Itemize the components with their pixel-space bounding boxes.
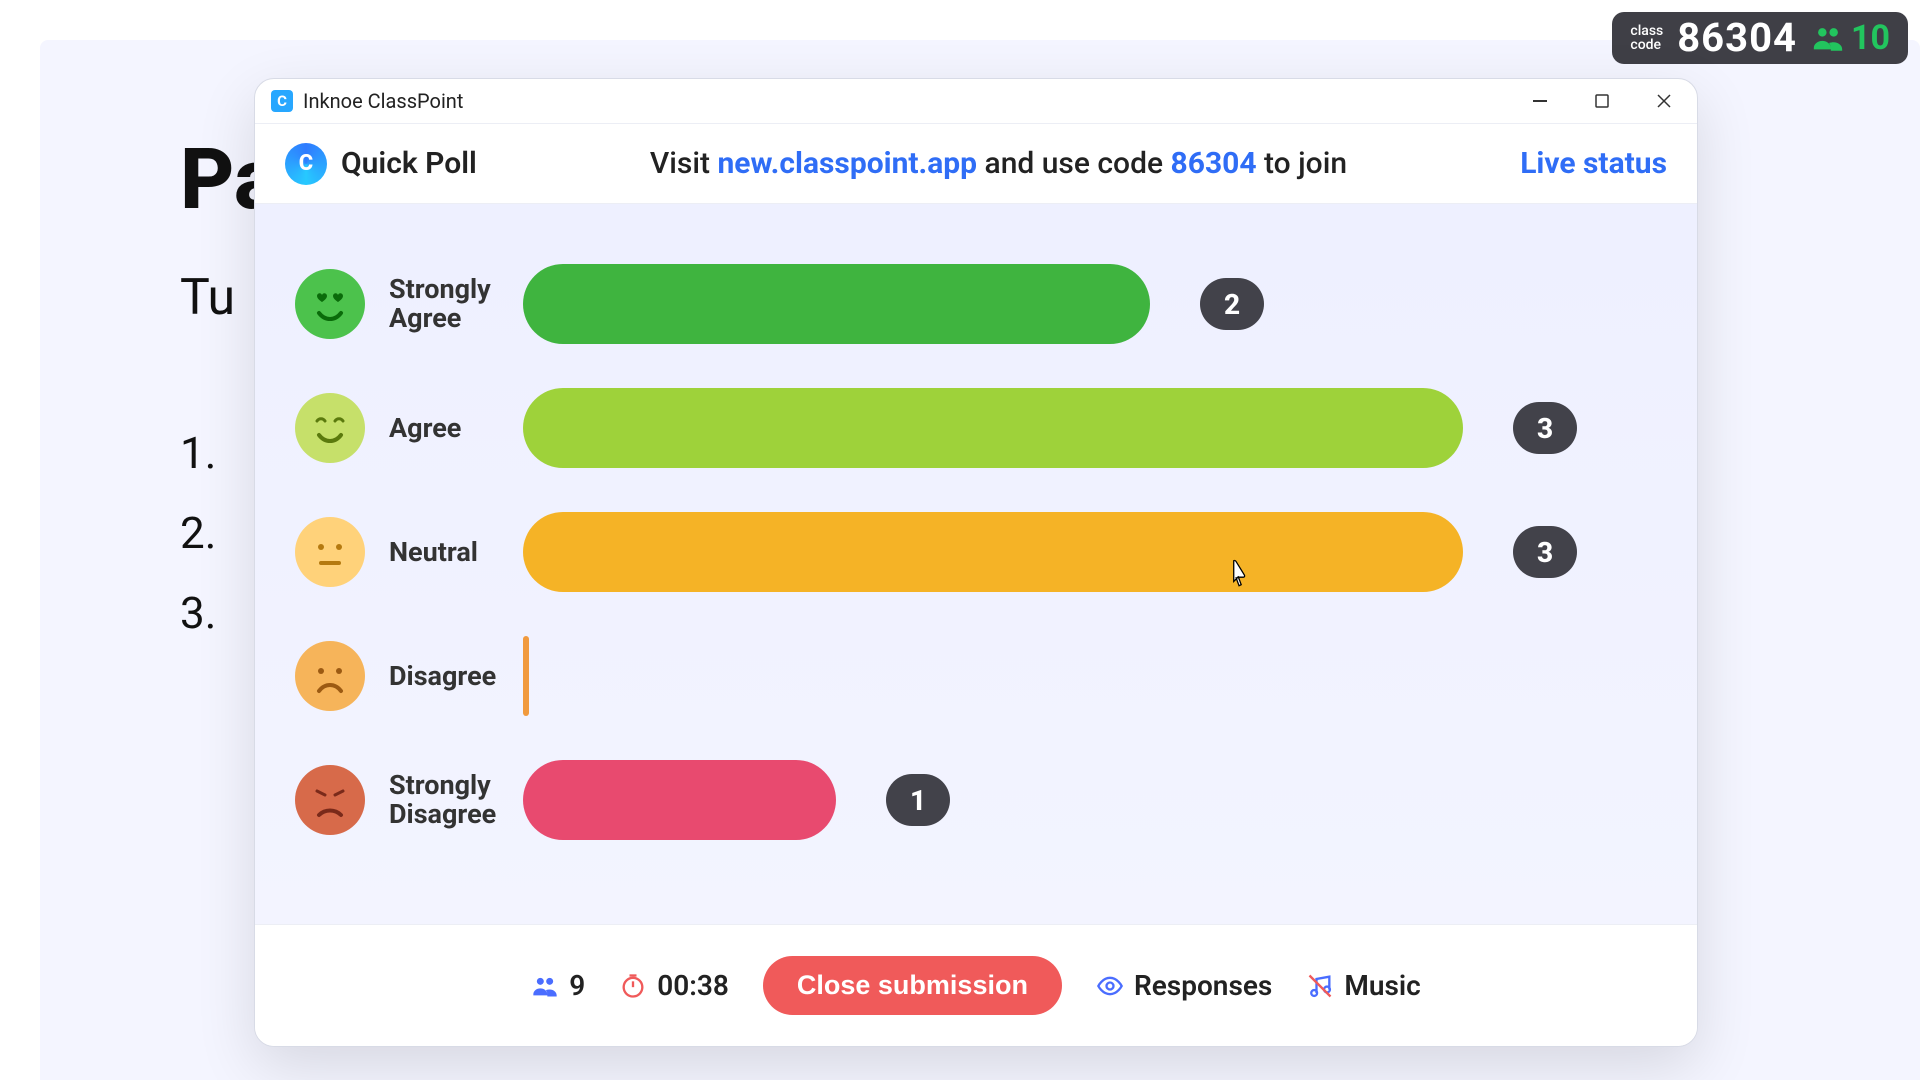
eye-icon [1096,972,1124,1000]
emoji-angry-icon [295,765,365,835]
music-off-icon [1306,972,1334,1000]
poll-row: Disagree 0 [295,636,1657,716]
app-icon: C [271,90,293,112]
poll-option-label: Disagree [389,662,499,692]
window-close-button[interactable] [1647,84,1681,118]
badge-code: 86304 [1677,18,1797,58]
poll-bar[interactable] [523,636,529,716]
quickpoll-title: Quick Poll [341,146,477,181]
window-header: C Quick Poll Visit new.classpoint.app an… [255,124,1697,204]
clock-icon [619,972,647,1000]
join-code: 86304 [1171,146,1257,181]
poll-bar[interactable] [523,760,836,840]
respondent-count: 9 [531,969,585,1002]
music-button[interactable]: Music [1306,969,1420,1002]
poll-row: Strongly Agree 2 [295,264,1657,344]
poll-row: Neutral 3 [295,512,1657,592]
poll-bar[interactable] [523,512,1463,592]
window-minimize-button[interactable] [1523,84,1557,118]
timer: 00:38 [619,969,729,1002]
poll-bar[interactable] [523,388,1463,468]
people-icon [531,972,559,1000]
emoji-smile-icon [295,393,365,463]
quickpoll-window: C Inknoe ClassPoint C Quick Poll Visit n… [254,78,1698,1047]
responses-button[interactable]: Responses [1096,969,1272,1002]
join-instructions: Visit new.classpoint.app and use code 86… [477,146,1520,181]
badge-label: class code [1630,24,1663,52]
poll-bar[interactable] [523,264,1150,344]
people-icon [1811,21,1845,55]
poll-count-badge: 1 [886,774,950,826]
join-link[interactable]: new.classpoint.app [717,146,977,181]
poll-row: Strongly Disagree 1 [295,760,1657,840]
window-footer: 9 00:38 Close submission Responses Music [255,924,1697,1046]
poll-results-body: Strongly Agree 2 Agree 3 Neutral 3 Disag… [255,204,1697,924]
quickpoll-brand: C Quick Poll [285,143,477,185]
poll-count-badge: 2 [1200,278,1264,330]
poll-option-label: Neutral [389,538,499,568]
emoji-frown-icon [295,641,365,711]
window-title: Inknoe ClassPoint [303,89,463,113]
class-code-badge[interactable]: class code 86304 10 [1612,12,1908,64]
poll-option-label: Strongly Disagree [389,771,499,830]
poll-count-badge: 3 [1513,526,1577,578]
close-icon [1655,92,1673,110]
poll-count-badge: 3 [1513,402,1577,454]
emoji-heart-eyes-icon [295,269,365,339]
live-status-link[interactable]: Live status [1520,146,1667,181]
minimize-icon [1531,92,1549,110]
badge-participants: 10 [1811,18,1890,58]
window-titlebar: C Inknoe ClassPoint [255,79,1697,124]
emoji-neutral-icon [295,517,365,587]
poll-option-label: Strongly Agree [389,275,499,334]
poll-option-label: Agree [389,414,499,444]
quickpoll-icon: C [285,143,327,185]
maximize-icon [1593,92,1611,110]
poll-row: Agree 3 [295,388,1657,468]
close-submission-button[interactable]: Close submission [763,956,1062,1015]
window-maximize-button[interactable] [1585,84,1619,118]
